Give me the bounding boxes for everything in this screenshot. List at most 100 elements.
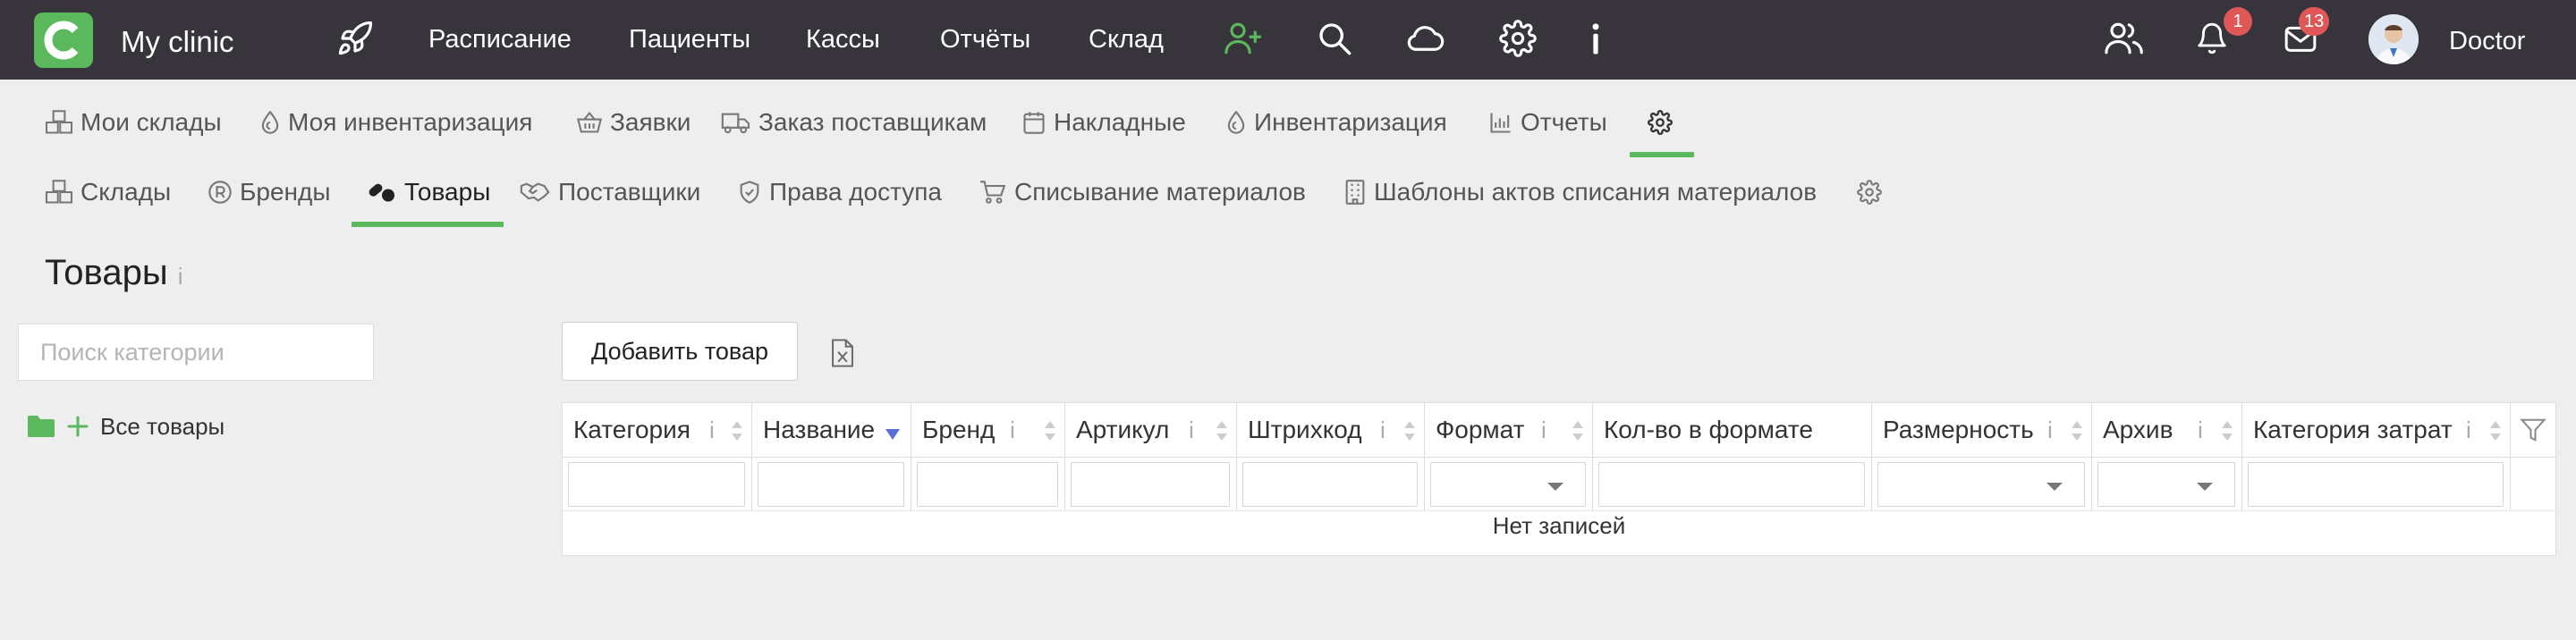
column-header-name[interactable]: Название — [752, 403, 911, 457]
add-user-icon[interactable] — [1224, 20, 1265, 62]
sort-icon[interactable] — [731, 419, 743, 442]
column-filter-toggle[interactable] — [2511, 403, 2557, 457]
column-header-article[interactable]: Артикул i — [1065, 403, 1237, 457]
filter-brand-input[interactable] — [917, 462, 1058, 507]
sort-icon[interactable] — [2221, 419, 2233, 442]
nav-patients[interactable]: Пациенты — [629, 25, 750, 55]
filter-cell — [2242, 457, 2511, 510]
column-title: Категория — [573, 416, 691, 443]
users-icon[interactable] — [2104, 20, 2145, 62]
column-header-category[interactable]: Категория i — [563, 403, 752, 457]
filter-cell — [1237, 457, 1425, 510]
filter-article-input[interactable] — [1071, 462, 1230, 507]
info-icon[interactable]: i — [709, 403, 715, 457]
sort-icon[interactable] — [2489, 419, 2502, 442]
filter-cost-category-input[interactable] — [2248, 462, 2504, 507]
column-header-quantity[interactable]: Кол-во в формате — [1593, 403, 1872, 457]
filter-category-input[interactable] — [568, 462, 745, 507]
tab-label: Права доступа — [769, 178, 942, 206]
avatar[interactable] — [2368, 14, 2419, 64]
tab-settings[interactable] — [1648, 108, 1680, 137]
tab-label: Инвентаризация — [1254, 108, 1447, 136]
nav-warehouse[interactable]: Склад — [1089, 25, 1164, 55]
tab-inventory[interactable]: Инвентаризация — [1225, 108, 1447, 137]
sort-icon[interactable] — [1572, 419, 1584, 442]
column-title: Категория затрат — [2253, 416, 2453, 443]
tree-item-all-products[interactable]: Все товары — [27, 413, 225, 441]
add-product-button[interactable]: Добавить товар — [562, 322, 798, 381]
app-title[interactable]: My clinic — [121, 25, 234, 59]
tab-catalog-settings[interactable] — [1857, 178, 1889, 206]
pills-icon — [369, 183, 394, 202]
info-icon[interactable]: i — [1189, 403, 1194, 457]
info-icon[interactable]: i — [2466, 403, 2471, 457]
filter-quantity-input[interactable] — [1598, 462, 1865, 507]
column-title: Формат — [1436, 416, 1525, 443]
nav-schedule[interactable]: Расписание — [428, 25, 572, 55]
tab-my-warehouses[interactable]: Мои склады — [45, 108, 222, 137]
top-navbar: My clinic Расписание Пациенты Кассы Отчё… — [0, 0, 2576, 80]
filter-cell — [563, 457, 752, 510]
folder-icon — [28, 416, 55, 437]
rocket-icon[interactable] — [336, 20, 374, 62]
sort-desc-icon[interactable] — [885, 428, 901, 441]
tab-requests[interactable]: Заявки — [576, 108, 691, 137]
filter-dimension-select[interactable] — [1877, 462, 2085, 507]
column-header-barcode[interactable]: Штрихкод i — [1237, 403, 1425, 457]
sort-icon[interactable] — [2071, 419, 2083, 442]
tab-brands[interactable]: Бренды — [208, 178, 330, 206]
tab-label: Товары — [404, 178, 491, 206]
filter-name-input[interactable] — [758, 462, 904, 507]
sort-icon[interactable] — [1216, 419, 1228, 442]
tab-label: Склады — [80, 178, 172, 206]
category-search-input[interactable] — [18, 324, 374, 381]
tab-reports[interactable]: Отчеты — [1488, 108, 1607, 137]
column-title: Архив — [2103, 416, 2174, 443]
nav-cashdesks[interactable]: Кассы — [806, 25, 880, 55]
filter-archive-select[interactable] — [2097, 462, 2235, 507]
tab-my-inventory[interactable]: Моя инвентаризация — [259, 108, 532, 137]
info-icon[interactable] — [1587, 20, 1605, 62]
tab-label: Накладные — [1054, 108, 1186, 136]
tab-write-off-templates[interactable]: Шаблоны актов списания материалов — [1343, 178, 1817, 206]
nav-reports[interactable]: Отчёты — [940, 25, 1030, 55]
boxes-icon — [45, 110, 73, 134]
gear-icon[interactable] — [1499, 20, 1537, 62]
tab-warehouses[interactable]: Склады — [45, 178, 171, 206]
column-header-dimension[interactable]: Размерность i — [1872, 403, 2092, 457]
search-icon[interactable] — [1317, 20, 1352, 62]
info-icon[interactable]: i — [2198, 403, 2203, 457]
filter-cell — [911, 457, 1065, 510]
excel-export-icon[interactable] — [830, 338, 855, 373]
building-icon — [1345, 180, 1365, 205]
truck-icon — [721, 113, 750, 134]
logo-c-icon — [44, 21, 79, 60]
info-icon[interactable]: i — [2047, 403, 2053, 457]
column-header-archive[interactable]: Архив i — [2092, 403, 2242, 457]
column-header-brand[interactable]: Бренд i — [911, 403, 1065, 457]
info-icon[interactable]: i — [178, 263, 183, 290]
filter-barcode-input[interactable] — [1242, 462, 1418, 507]
tab-suppliers[interactable]: Поставщики — [519, 178, 700, 206]
tab-invoices[interactable]: Накладные — [1021, 108, 1186, 137]
column-header-format[interactable]: Формат i — [1425, 403, 1593, 457]
tab-products[interactable]: Товары — [367, 178, 490, 206]
column-header-cost-category[interactable]: Категория затрат i — [2242, 403, 2511, 457]
sort-icon[interactable] — [1044, 419, 1056, 442]
info-icon[interactable]: i — [1380, 403, 1385, 457]
info-icon[interactable]: i — [1541, 403, 1546, 457]
tab-label: Мои склады — [80, 108, 222, 136]
tab-access-rights[interactable]: Права доступа — [737, 178, 942, 206]
plus-icon[interactable] — [66, 415, 89, 438]
sort-icon[interactable] — [1403, 419, 1416, 442]
info-icon[interactable]: i — [1010, 403, 1015, 457]
column-title: Кол-во в формате — [1604, 416, 1813, 443]
cloud-icon[interactable] — [1404, 20, 1445, 62]
tab-write-off[interactable]: Списывание материалов — [979, 178, 1306, 206]
clinic-logo[interactable] — [34, 13, 93, 68]
username[interactable]: Doctor — [2449, 27, 2525, 56]
column-title: Бренд — [922, 416, 996, 443]
tab-supplier-orders[interactable]: Заказ поставщикам — [721, 108, 987, 137]
filter-format-select[interactable] — [1430, 462, 1586, 507]
active-tab-indicator — [352, 222, 504, 227]
